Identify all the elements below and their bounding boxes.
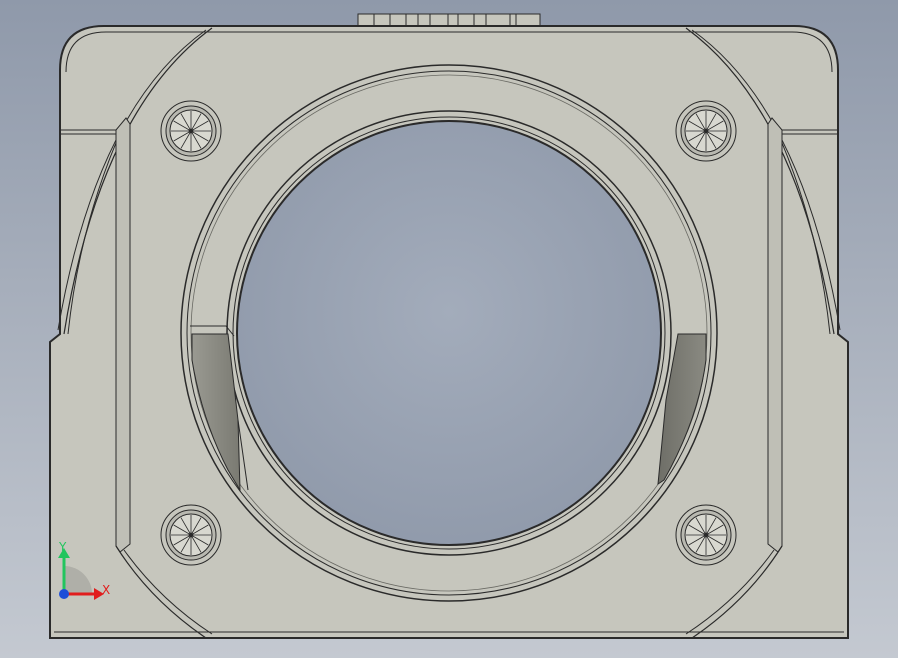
screw-head-icon bbox=[160, 100, 222, 162]
x-axis-label: X bbox=[102, 583, 110, 597]
screw-center bbox=[703, 128, 709, 134]
screw-center bbox=[188, 532, 194, 538]
screw-center bbox=[703, 532, 709, 538]
screw-head-icon bbox=[675, 504, 737, 566]
screw-head-icon bbox=[160, 504, 222, 566]
axis-origin bbox=[59, 589, 69, 599]
cad-viewport[interactable]: Y X bbox=[0, 0, 898, 658]
center-through-hole bbox=[236, 120, 662, 546]
y-axis-label: Y bbox=[58, 540, 67, 554]
screw-center bbox=[188, 128, 194, 134]
cad-scene: Y X bbox=[0, 0, 898, 658]
top-connector bbox=[357, 13, 541, 27]
right-rail bbox=[767, 117, 783, 553]
left-rail bbox=[115, 117, 131, 553]
screw-head-icon bbox=[675, 100, 737, 162]
